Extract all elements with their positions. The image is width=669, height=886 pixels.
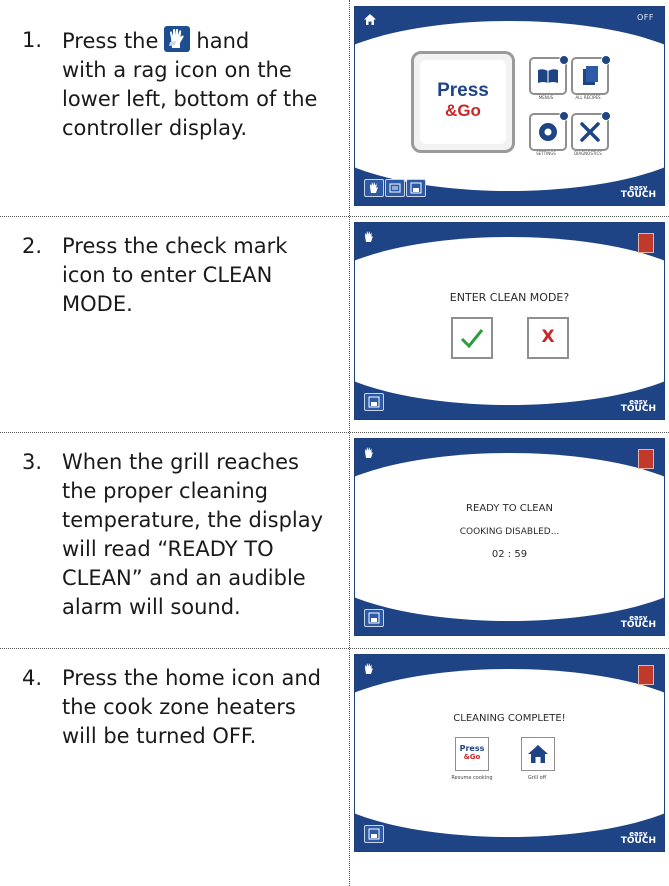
hand-icon bbox=[365, 447, 373, 458]
row-divider bbox=[0, 432, 669, 433]
step-text: Press the bbox=[62, 29, 159, 53]
row-divider bbox=[0, 648, 669, 649]
status-label: OFF bbox=[637, 13, 654, 22]
step-text: icon to enter CLEAN bbox=[62, 263, 273, 287]
step-number: 1. bbox=[22, 28, 43, 52]
step-text: When the grill reaches bbox=[62, 450, 299, 474]
step-text: CLEAN” and an audible bbox=[62, 566, 306, 590]
step-text: alarm will sound. bbox=[62, 595, 241, 619]
storage-button[interactable] bbox=[406, 179, 426, 197]
hand-rag-icon bbox=[164, 26, 191, 52]
step-text: hand bbox=[196, 29, 250, 53]
row-divider bbox=[0, 216, 669, 217]
resume-cooking-button[interactable]: Press &Go bbox=[455, 737, 489, 771]
controller-complete-screen: CLEANING COMPLETE! Press &Go Resume cook… bbox=[354, 654, 665, 852]
resume-cooking-label: Resume cooking bbox=[451, 775, 493, 781]
settings-button[interactable] bbox=[529, 111, 569, 151]
easy-touch-logo: easy TOUCH bbox=[620, 614, 656, 630]
go-word: &Go bbox=[445, 101, 481, 120]
clean-prompt-message: ENTER CLEAN MODE? bbox=[449, 291, 570, 304]
step-text: with a rag icon on the bbox=[62, 58, 292, 82]
storage-button[interactable] bbox=[364, 609, 384, 627]
controller-home-screen: OFF Press &Go MENUS ALL RECIPES SETTINGS… bbox=[354, 6, 665, 206]
controller-clean-prompt-screen: ENTER CLEAN MODE? X easy TOUCH bbox=[354, 222, 665, 420]
storage-button[interactable] bbox=[364, 393, 384, 411]
home-icon[interactable] bbox=[363, 13, 377, 26]
step-text: MODE. bbox=[62, 292, 133, 316]
display-button[interactable] bbox=[385, 179, 405, 197]
grill-icon bbox=[638, 665, 654, 685]
cleaning-complete-message: CLEANING COMPLETE! bbox=[453, 713, 566, 724]
step-number: 3. bbox=[22, 450, 43, 474]
cooking-disabled-message: COOKING DISABLED... bbox=[459, 527, 560, 537]
press-word: Press bbox=[459, 744, 485, 753]
press-and-go-button[interactable]: Press &Go bbox=[411, 51, 515, 153]
cancel-icon: X bbox=[541, 327, 555, 347]
step-text: temperature, the display bbox=[62, 508, 324, 532]
step-text: the proper cleaning bbox=[62, 479, 269, 503]
step-text: will be turned OFF. bbox=[62, 724, 257, 748]
step-text: will read “READY TO bbox=[62, 537, 274, 561]
recipes-icon bbox=[583, 66, 598, 85]
diagnostics-label: DIAGNOSTICS bbox=[574, 151, 602, 156]
cancel-x-button[interactable]: X bbox=[527, 317, 569, 359]
clean-hand-button[interactable] bbox=[364, 179, 384, 197]
step-number: 2. bbox=[22, 234, 43, 258]
check-icon bbox=[460, 329, 484, 349]
ready-message: READY TO CLEAN bbox=[466, 503, 553, 514]
step-text: the cook zone heaters bbox=[62, 695, 296, 719]
step-number: 4. bbox=[22, 666, 43, 690]
hand-icon bbox=[365, 231, 373, 242]
step-text: Press the check mark bbox=[62, 234, 288, 258]
countdown-timer: 02 : 59 bbox=[491, 549, 528, 560]
menus-button[interactable] bbox=[529, 55, 569, 95]
diagnostics-button[interactable] bbox=[571, 111, 611, 151]
all-recipes-label: ALL RECIPES bbox=[575, 95, 601, 100]
grill-off-label: Grill off bbox=[527, 775, 547, 781]
confirm-check-button[interactable] bbox=[451, 317, 493, 359]
easy-touch-logo: easy TOUCH bbox=[620, 398, 656, 414]
tools-icon bbox=[580, 122, 600, 142]
go-word: &Go bbox=[463, 753, 481, 761]
gear-icon bbox=[539, 123, 557, 141]
all-recipes-button[interactable] bbox=[571, 55, 611, 95]
column-divider bbox=[349, 0, 350, 886]
grill-icon bbox=[638, 449, 654, 469]
home-icon bbox=[528, 745, 548, 763]
easy-touch-logo: easy TOUCH bbox=[620, 830, 656, 846]
press-word: Press bbox=[437, 80, 489, 101]
hand-icon bbox=[365, 663, 373, 674]
grill-off-home-button[interactable] bbox=[521, 737, 555, 771]
grill-icon bbox=[638, 233, 654, 253]
storage-button[interactable] bbox=[364, 825, 384, 843]
step-text: lower left, bottom of the bbox=[62, 87, 318, 111]
book-icon bbox=[538, 69, 558, 83]
controller-ready-screen: READY TO CLEAN COOKING DISABLED... 02 : … bbox=[354, 438, 665, 636]
step-text: Press the home icon and bbox=[62, 666, 322, 690]
easy-touch-logo: easy TOUCH bbox=[620, 184, 656, 200]
step-text: controller display. bbox=[62, 116, 248, 140]
